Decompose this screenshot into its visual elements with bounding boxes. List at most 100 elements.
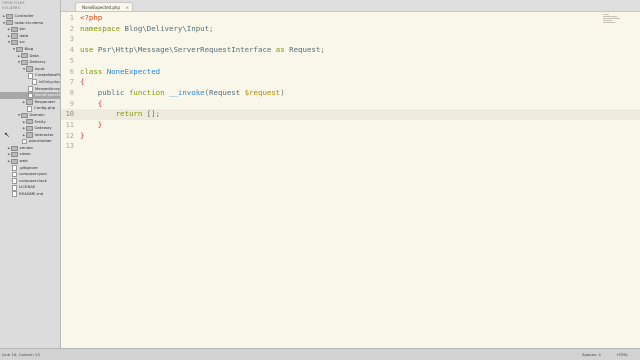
sidebar-folder[interactable]: ▶ data (0, 33, 60, 40)
code-line[interactable]: 4 use Psr\Http\Message\ServerRequestInter… (61, 45, 640, 56)
tree-item-label: Config.php (34, 105, 56, 111)
file-icon (12, 191, 17, 198)
code-token: __invoke (169, 87, 205, 97)
folder-icon (11, 26, 18, 33)
line-number: 12 (65, 131, 74, 140)
tree-item-label: Blog (24, 45, 34, 51)
code-line[interactable]: 6 class NoneExpected (61, 67, 640, 78)
folder-icon (11, 152, 18, 158)
folder-icon (26, 99, 33, 105)
code-token: public (80, 87, 129, 97)
code-line[interactable]: 1 <?php (61, 13, 640, 24)
line-number: 3 (69, 35, 74, 44)
sidebar-folder[interactable]: ▼ Domain (0, 112, 60, 119)
tree-item-label: placeholder (29, 138, 52, 144)
sidebar-file[interactable]: placeholder (0, 138, 60, 145)
sidebar-file[interactable]: IdOnly.php (0, 79, 60, 86)
code-token: (Request (204, 87, 245, 97)
file-icon (28, 72, 33, 79)
folder-icon (26, 66, 33, 72)
tree-item-label: composer.lock (19, 177, 47, 183)
tree-item-label: views (19, 151, 31, 157)
sidebar-file[interactable]: NoneExpected.php (0, 92, 60, 99)
folder-icon (21, 59, 28, 66)
sidebar-folder[interactable]: ▼ Delivery (0, 59, 60, 66)
sidebar-file[interactable]: Config.php (0, 105, 60, 112)
sidebar-folder[interactable]: ▼ radar-fsr-demo (0, 20, 60, 27)
sidebar-folder[interactable]: ▶ Controller (0, 13, 60, 20)
sidebar-file[interactable]: README.md (0, 191, 60, 198)
line-number: 10 (65, 110, 74, 119)
sidebar-file[interactable]: CreateNewPost.php (0, 72, 60, 79)
code-text: { (80, 77, 84, 88)
code-token: Psr\Http\Message\ServerRequestInterface (97, 45, 276, 55)
sidebar-folder[interactable]: ▶ vendor (0, 145, 60, 152)
code-text: } (80, 120, 102, 131)
cursor-position: Line 10, Column 13 (2, 352, 40, 357)
code-token: class (80, 66, 107, 76)
sidebar-file[interactable]: LICENSE (0, 184, 60, 191)
sidebar: OPEN FILES FOLDERS ▶ Controller ▼ radar-fsr… (0, 0, 61, 349)
sidebar-folder[interactable]: ▶ Entity (0, 119, 60, 126)
code-token: use (80, 45, 98, 55)
sidebar-folder[interactable]: ▶ views (0, 151, 60, 158)
code-token: as (275, 45, 290, 55)
code-token: function (128, 87, 169, 97)
code-line[interactable]: 8 public function __invoke(Request $requ… (61, 88, 640, 99)
code-token: return (80, 109, 147, 119)
tree-item-label: .gitignore (19, 164, 38, 170)
file-icon (32, 79, 37, 86)
folder-icon (26, 119, 33, 125)
line-number: 8 (69, 88, 74, 97)
code-line[interactable]: 3 (61, 34, 640, 45)
tree-item-label: Input (34, 65, 45, 71)
code-token: } (80, 120, 103, 129)
mouse-cursor-icon: ↖ (4, 131, 10, 139)
folders-label: FOLDERS (2, 6, 21, 10)
syntax-mode[interactable]: HTML (617, 349, 628, 360)
file-icon (12, 165, 17, 171)
code-text: class NoneExpected (80, 67, 160, 78)
code-token: Blog\Delivery\Input; (124, 23, 214, 33)
file-icon (12, 184, 17, 191)
folder-icon (16, 46, 23, 52)
code-text: public function __invoke(Request $reques… (80, 88, 285, 99)
tab-none-expected[interactable]: NoneExpected.php × (75, 2, 133, 11)
sidebar-file[interactable]: MergedArray.php (0, 86, 60, 93)
folder-icon (11, 40, 18, 46)
code-text: } (80, 131, 84, 142)
sidebar-folder[interactable]: ▶ Responder (0, 99, 60, 106)
sidebar-folder[interactable]: ▼ Input (0, 66, 60, 73)
indentation-setting[interactable]: Spaces: 4 (582, 349, 601, 360)
sidebar-file[interactable]: composer.lock (0, 178, 60, 185)
sidebar-file[interactable]: composer.json (0, 171, 60, 178)
code-editor[interactable]: 1 <?php 2 namespace Blog\Delivery\Input; 3 4 u… (61, 12, 640, 349)
sidebar-folder[interactable]: ▼ src (0, 39, 60, 46)
tree-item-label: Delivery (29, 59, 46, 65)
sidebar-file[interactable]: .gitignore (0, 165, 60, 172)
sidebar-folder[interactable]: ▶ bin (0, 26, 60, 33)
code-line[interactable]: 11 } (61, 120, 640, 131)
tree-item-label: Controller (14, 13, 34, 18)
tree-item-label: composer.json (19, 171, 48, 177)
status-bar: Line 10, Column 13 Spaces: 4 HTML (0, 348, 640, 360)
sidebar-folder[interactable]: ▶ Data (0, 53, 60, 60)
code-text: return []; (80, 109, 161, 120)
code-line[interactable]: 13 (61, 141, 640, 152)
code-line[interactable]: 2 namespace Blog\Delivery\Input; (61, 24, 640, 35)
folder-tree: ▶ Controller ▼ radar-fsr-demo ▶ bin ▶ data ▼ src ▼… (0, 13, 60, 198)
line-number: 11 (65, 121, 74, 129)
sidebar-folder[interactable]: ▶ web (0, 158, 60, 165)
code-line[interactable]: 9 { (61, 99, 640, 110)
sidebar-folder[interactable]: ▼ Blog (0, 46, 60, 53)
tree-item-label: vendor (19, 144, 34, 150)
code-line[interactable]: 5 (61, 56, 640, 67)
tree-item-label: web (19, 158, 28, 164)
code-line[interactable]: 7{ (61, 77, 640, 88)
code-line[interactable]: 12} (61, 131, 640, 142)
code-line[interactable]: 10 return []; (61, 109, 640, 120)
code-token: namespace (80, 23, 125, 33)
close-icon[interactable]: × (126, 3, 129, 12)
tree-item-label: Domain (29, 111, 45, 117)
file-icon (28, 92, 33, 99)
